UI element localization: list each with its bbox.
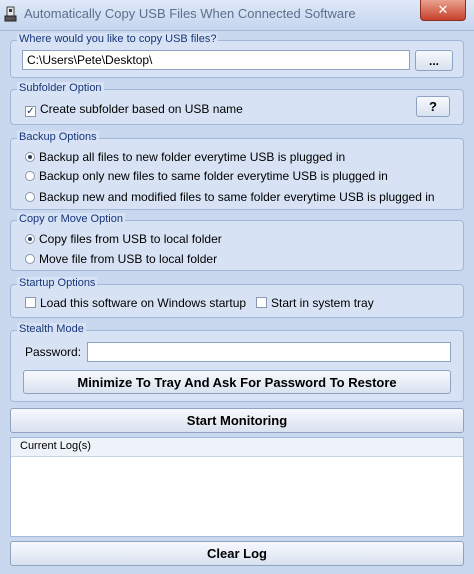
move-option-radio[interactable]: [25, 254, 35, 264]
window-title: Automatically Copy USB Files When Connec…: [24, 6, 356, 21]
backup-legend: Backup Options: [17, 131, 99, 143]
start-in-tray-checkbox[interactable]: [256, 297, 267, 308]
load-on-startup-label: Load this software on Windows startup: [40, 296, 247, 310]
backup-option-new-radio[interactable]: [25, 171, 35, 181]
subfolder-legend: Subfolder Option: [17, 82, 104, 94]
stealth-mode-group: Stealth Mode Password: Minimize To Tray …: [10, 323, 464, 402]
clear-log-button[interactable]: Clear Log: [10, 541, 464, 566]
stealth-legend: Stealth Mode: [17, 323, 86, 335]
backup-option-modified[interactable]: Backup new and modified files to same fo…: [25, 190, 435, 204]
title-bar[interactable]: Automatically Copy USB Files When Connec…: [0, 0, 474, 31]
subfolder-group: Subfolder Option ✓ Create subfolder based…: [10, 82, 464, 125]
start-monitoring-button[interactable]: Start Monitoring: [10, 408, 464, 433]
password-input[interactable]: [87, 342, 451, 362]
start-in-tray-row[interactable]: Start in system tray: [256, 296, 374, 310]
subfolder-checkbox[interactable]: ✓: [25, 106, 36, 117]
destination-legend: Where would you like to copy USB files?: [17, 33, 219, 45]
backup-options-group: Backup Options Backup all files to new f…: [10, 131, 464, 210]
backup-option-new-label: Backup only new files to same folder eve…: [39, 169, 388, 183]
backup-option-new[interactable]: Backup only new files to same folder eve…: [25, 169, 388, 183]
password-label: Password:: [25, 345, 82, 359]
close-button[interactable]: ✕: [420, 0, 466, 21]
log-header-label: Current Log(s): [20, 440, 91, 452]
load-on-startup-row[interactable]: Load this software on Windows startup: [25, 296, 246, 310]
backup-option-modified-radio[interactable]: [25, 192, 35, 202]
subfolder-checkbox-label: Create subfolder based on USB name: [40, 102, 243, 116]
destination-group: Where would you like to copy USB files? …: [10, 33, 464, 78]
backup-option-modified-label: Backup new and modified files to same fo…: [39, 190, 435, 204]
copy-move-group: Copy or Move Option Copy files from USB …: [10, 213, 464, 271]
destination-path-input[interactable]: [22, 50, 410, 70]
move-option-label: Move file from USB to local folder: [39, 252, 218, 266]
log-column-header[interactable]: Current Log(s): [11, 438, 463, 457]
startup-legend: Startup Options: [17, 277, 98, 289]
backup-option-all[interactable]: Backup all files to new folder everytime…: [25, 150, 345, 164]
copy-option-radio[interactable]: [25, 234, 35, 244]
browse-button[interactable]: ...: [415, 50, 453, 71]
copy-option[interactable]: Copy files from USB to local folder: [25, 232, 222, 246]
backup-option-all-label: Backup all files to new folder everytime…: [39, 150, 346, 164]
help-button[interactable]: ?: [416, 96, 450, 117]
usb-app-icon: [4, 6, 17, 22]
load-on-startup-checkbox[interactable]: [25, 297, 36, 308]
backup-option-all-radio[interactable]: [25, 152, 35, 162]
copy-move-legend: Copy or Move Option: [17, 213, 125, 225]
subfolder-checkbox-row[interactable]: ✓ Create subfolder based on USB name: [25, 102, 243, 117]
startup-options-group: Startup Options Load this software on Wi…: [10, 277, 464, 318]
copy-option-label: Copy files from USB to local folder: [39, 232, 222, 246]
start-in-tray-label: Start in system tray: [271, 296, 374, 310]
move-option[interactable]: Move file from USB to local folder: [25, 252, 217, 266]
minimize-to-tray-button[interactable]: Minimize To Tray And Ask For Password To…: [23, 370, 451, 394]
close-icon: ✕: [437, 2, 449, 17]
